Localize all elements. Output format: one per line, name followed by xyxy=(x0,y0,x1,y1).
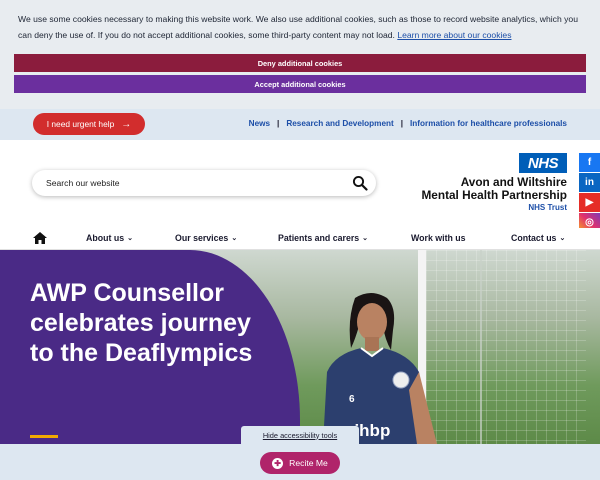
trust-name[interactable]: Avon and Wiltshire Mental Health Partner… xyxy=(421,176,567,214)
title-accent-bar xyxy=(30,435,58,438)
hero-title[interactable]: AWP Counsellor celebrates journey to the… xyxy=(30,278,280,368)
chevron-down-icon: ⌄ xyxy=(127,235,133,242)
footballer-photo: 6 aihbp xyxy=(323,293,437,444)
deny-cookies-button[interactable]: Deny additional cookies xyxy=(14,54,586,72)
nav-label: Work with us xyxy=(411,233,466,243)
urgent-help-button[interactable]: I need urgent help → xyxy=(33,113,145,135)
search-input[interactable]: Search our website xyxy=(32,170,376,196)
nav-contact-us[interactable]: Contact us ⌄ xyxy=(511,233,565,243)
chevron-down-icon: ⌄ xyxy=(362,235,369,242)
goal-net xyxy=(426,250,586,444)
nav-label: Patients and carers xyxy=(278,233,360,243)
separator: | xyxy=(277,119,280,128)
main-nav: About us ⌄ Our services ⌄ Patients and car… xyxy=(0,228,600,250)
separator: | xyxy=(400,119,404,128)
urgent-help-label: I need urgent help xyxy=(46,119,115,129)
accept-cookies-button[interactable]: Accept additional cookies xyxy=(14,75,586,93)
linkedin-icon[interactable]: in xyxy=(579,173,600,192)
facebook-icon[interactable]: f xyxy=(579,153,600,172)
org-subtitle: NHS Trust xyxy=(528,203,567,212)
nav-label: Contact us xyxy=(511,233,557,243)
search-icon[interactable] xyxy=(352,175,368,191)
nav-work-with-us[interactable]: Work with us xyxy=(411,233,466,243)
nav-patients-carers[interactable]: Patients and carers ⌄ xyxy=(278,233,368,243)
research-link[interactable]: Research and Development xyxy=(286,119,393,128)
learn-more-cookies-link[interactable]: Learn more about our cookies xyxy=(397,30,511,40)
utility-bar: I need urgent help → News | Research and… xyxy=(0,109,600,140)
nav-our-services[interactable]: Our services ⌄ xyxy=(175,233,237,243)
chevron-down-icon: ⌄ xyxy=(231,235,238,242)
accessibility-icon: ✚ xyxy=(272,457,284,469)
chevron-down-icon: ⌄ xyxy=(559,235,566,242)
arrow-right-icon: → xyxy=(121,118,132,130)
cookie-banner: We use some cookies necessary to making … xyxy=(0,0,600,109)
nav-about-us[interactable]: About us ⌄ xyxy=(86,233,133,243)
healthcare-professionals-link[interactable]: Information for healthcare professionals xyxy=(410,119,567,128)
nav-label: Our services xyxy=(175,233,229,243)
org-name-line2: Mental Health Partnership xyxy=(421,188,567,202)
youtube-icon[interactable]: ▶ xyxy=(579,193,600,212)
hide-accessibility-tools-link[interactable]: Hide accessibility tools xyxy=(241,426,359,444)
utility-links: News | Research and Development | Inform… xyxy=(249,119,567,128)
recite-me-label: Recite Me xyxy=(289,458,328,468)
nhs-logo[interactable]: NHS xyxy=(519,153,567,173)
shirt-number: 6 xyxy=(349,394,355,405)
recite-me-button[interactable]: ✚ Recite Me xyxy=(260,452,340,474)
home-icon[interactable] xyxy=(33,232,47,244)
cookie-message: We use some cookies necessary to making … xyxy=(18,12,583,43)
news-link[interactable]: News xyxy=(249,119,270,128)
search-placeholder: Search our website xyxy=(46,178,120,188)
nav-label: About us xyxy=(86,233,125,243)
goal-post xyxy=(480,250,482,444)
site-header: Search our website NHS Avon and Wiltshir… xyxy=(0,140,600,230)
hero-banner[interactable]: 6 aihbp AWP Counsellor celebrates journe… xyxy=(0,250,600,444)
